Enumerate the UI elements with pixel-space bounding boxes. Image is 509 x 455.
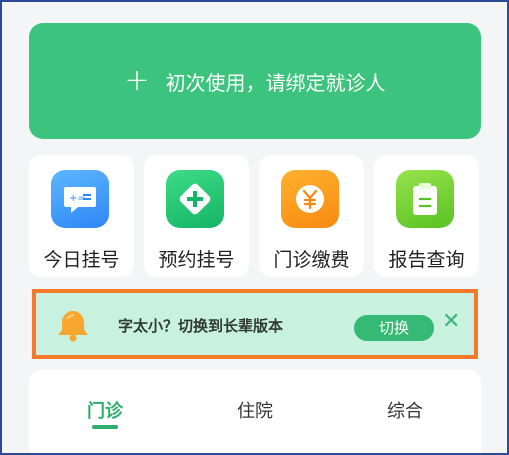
- tab-inpatient[interactable]: 住院: [237, 397, 273, 423]
- bind-patient-card[interactable]: + 初次使用，请绑定就诊人: [29, 23, 481, 139]
- yuan-coin-icon: [281, 170, 339, 228]
- service-report-query[interactable]: 报告查询: [374, 155, 479, 277]
- tab-outpatient[interactable]: 门诊: [87, 397, 123, 423]
- close-icon[interactable]: ✕: [442, 311, 460, 333]
- switch-button[interactable]: 切换: [354, 315, 434, 341]
- service-label: 门诊缴费: [273, 249, 350, 271]
- service-label: 今日挂号: [43, 249, 120, 271]
- elder-mode-banner: 字太小？切换到长辈版本 切换 ✕: [32, 289, 478, 359]
- medical-cross-icon: [166, 170, 224, 228]
- bell-icon: [56, 307, 90, 347]
- service-label: 预约挂号: [158, 249, 235, 271]
- calculator-chat-icon: +=: [51, 170, 109, 228]
- service-label: 报告查询: [388, 249, 465, 271]
- elder-mode-text: 字太小？切换到长辈版本: [118, 317, 284, 335]
- app-screen: + 初次使用，请绑定就诊人 += 今日挂号 预约挂号 门诊缴费 报告查询 字太小…: [0, 0, 509, 455]
- plus-icon: +: [124, 63, 150, 98]
- tab-general[interactable]: 综合: [387, 397, 423, 423]
- active-tab-indicator: [92, 425, 118, 429]
- bind-patient-label: 初次使用，请绑定就诊人: [165, 70, 386, 95]
- service-appointment[interactable]: 预约挂号: [144, 155, 249, 277]
- tab-bar: 门诊 住院 综合: [29, 370, 481, 453]
- clipboard-icon: [396, 170, 454, 228]
- service-outpatient-payment[interactable]: 门诊缴费: [259, 155, 364, 277]
- service-today-registration[interactable]: += 今日挂号: [29, 155, 134, 277]
